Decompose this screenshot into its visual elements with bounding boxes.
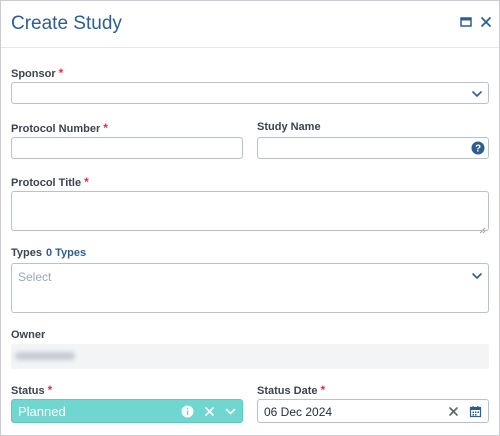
sponsor-select[interactable] <box>11 82 489 104</box>
status-value: Planned <box>18 404 66 419</box>
owner-label: Owner <box>11 329 45 341</box>
required-marker: * <box>47 383 53 397</box>
close-icon[interactable] <box>479 15 495 31</box>
protocol-number-input[interactable] <box>11 137 243 159</box>
chevron-down-icon[interactable] <box>224 405 237 418</box>
protocol-number-label-text: Protocol Number <box>11 123 101 135</box>
clear-icon[interactable] <box>203 405 216 418</box>
owner-field <box>11 344 489 369</box>
study-name-label-text: Study Name <box>257 121 321 133</box>
status-label: Status * <box>11 383 52 397</box>
dialog-header: Create Study <box>1 1 499 48</box>
status-date-label-text: Status Date <box>257 385 318 397</box>
status-label-text: Status <box>11 385 45 397</box>
chevron-down-icon <box>471 269 483 281</box>
study-name-input[interactable]: ? <box>257 137 489 159</box>
info-icon[interactable] <box>181 405 194 418</box>
protocol-title-label: Protocol Title * <box>11 175 89 189</box>
types-label: Types 0 Types <box>11 247 86 259</box>
owner-value-redacted <box>15 352 75 360</box>
protocol-number-label: Protocol Number * <box>11 121 108 135</box>
types-count-link[interactable]: 0 Types <box>46 247 86 259</box>
status-date-value: 06 Dec 2024 <box>264 405 333 419</box>
svg-text:?: ? <box>475 144 481 155</box>
resize-handle-icon[interactable] <box>479 221 486 234</box>
status-date-label: Status Date * <box>257 383 325 397</box>
dialog-title: Create Study <box>11 13 122 34</box>
help-icon[interactable]: ? <box>471 141 485 155</box>
types-multiselect[interactable]: Select <box>11 263 489 313</box>
required-marker: * <box>103 121 108 135</box>
owner-label-text: Owner <box>11 329 46 341</box>
protocol-title-label-text: Protocol Title <box>11 177 82 189</box>
types-label-text: Types <box>11 247 42 259</box>
maximize-icon[interactable] <box>459 15 475 31</box>
status-date-input[interactable]: 06 Dec 2024 <box>257 399 489 423</box>
clear-icon[interactable] <box>447 405 460 418</box>
types-placeholder: Select <box>18 270 52 284</box>
chevron-down-icon <box>471 87 483 99</box>
protocol-title-textarea[interactable] <box>11 191 489 234</box>
required-marker: * <box>84 175 89 189</box>
required-marker: * <box>320 383 326 397</box>
create-study-dialog: Create Study Sponsor * Protocol Number * S… <box>0 0 500 436</box>
sponsor-label-text: Sponsor <box>11 68 56 80</box>
sponsor-label: Sponsor * <box>11 66 63 80</box>
study-name-label: Study Name <box>257 121 321 133</box>
required-marker: * <box>58 66 64 80</box>
status-select[interactable]: Planned <box>11 399 243 423</box>
calendar-icon[interactable] <box>469 405 482 418</box>
